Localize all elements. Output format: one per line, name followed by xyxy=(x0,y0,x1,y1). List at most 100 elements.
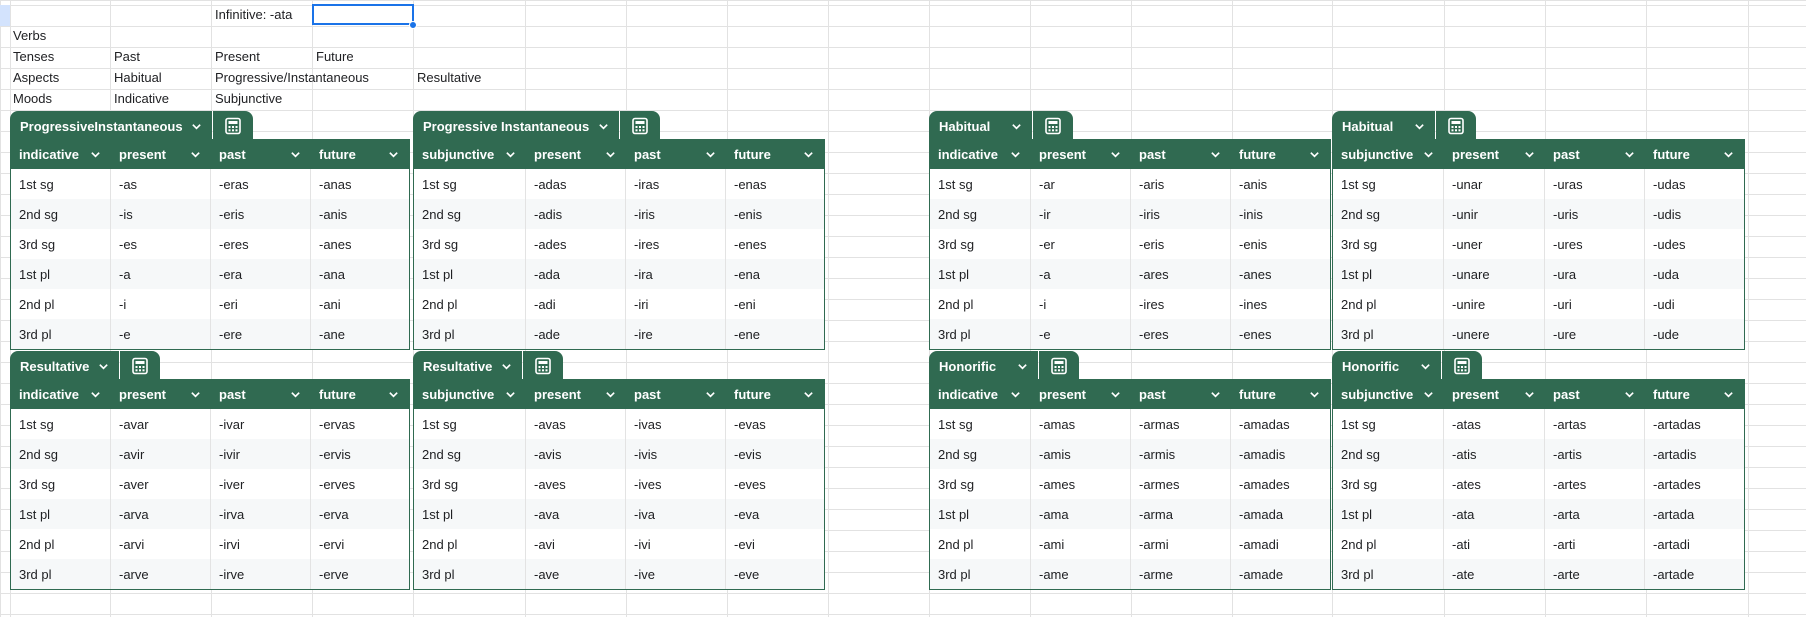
suffix-cell[interactable]: -iris xyxy=(1131,199,1231,229)
person-cell[interactable]: 3rd sg xyxy=(930,229,1031,259)
suffix-cell[interactable]: -avir xyxy=(111,439,211,469)
chevron-down-icon[interactable] xyxy=(1010,149,1021,160)
person-cell[interactable]: 3rd sg xyxy=(930,469,1031,499)
chevron-down-icon[interactable] xyxy=(191,121,202,132)
infinitive-cell[interactable]: Infinitive: -ata xyxy=(215,5,292,25)
person-cell[interactable]: 2nd sg xyxy=(1333,439,1444,469)
chevron-down-icon[interactable] xyxy=(1210,149,1221,160)
suffix-cell[interactable]: -atis xyxy=(1444,439,1545,469)
column-header-past[interactable]: past xyxy=(211,140,311,168)
suffix-cell[interactable]: -artes xyxy=(1545,469,1645,499)
suffix-cell[interactable]: -anas xyxy=(311,169,409,199)
suffix-cell[interactable]: -ira xyxy=(626,259,726,289)
suffix-cell[interactable]: -ena xyxy=(726,259,824,289)
chevron-down-icon[interactable] xyxy=(1011,121,1022,132)
person-cell[interactable]: 2nd pl xyxy=(414,529,526,559)
suffix-cell[interactable]: -armas xyxy=(1131,409,1231,439)
suffix-cell[interactable]: -artas xyxy=(1545,409,1645,439)
suffix-cell[interactable]: -iris xyxy=(626,199,726,229)
suffix-cell[interactable]: -amada xyxy=(1231,499,1330,529)
chevron-down-icon[interactable] xyxy=(388,389,399,400)
suffix-cell[interactable]: -avas xyxy=(526,409,626,439)
suffix-cell[interactable]: -era xyxy=(211,259,311,289)
person-cell[interactable]: 3rd pl xyxy=(414,319,526,349)
column-header-present[interactable]: present xyxy=(1031,380,1131,408)
column-header-future[interactable]: future xyxy=(726,140,824,168)
suffix-cell[interactable]: -i xyxy=(1031,289,1131,319)
table-name-chip[interactable]: Honorific xyxy=(929,351,1038,381)
suffix-cell[interactable]: -eve xyxy=(726,559,824,589)
column-header-past[interactable]: past xyxy=(1545,380,1645,408)
column-header-subjunctive[interactable]: subjunctive xyxy=(1333,380,1444,408)
suffix-cell[interactable]: -erva xyxy=(311,499,409,529)
person-cell[interactable]: 2nd sg xyxy=(930,439,1031,469)
suffix-cell[interactable]: -uris xyxy=(1545,199,1645,229)
person-cell[interactable]: 1st sg xyxy=(11,169,111,199)
table-stats-button[interactable] xyxy=(1442,351,1482,381)
chevron-down-icon[interactable] xyxy=(1723,149,1734,160)
chevron-down-icon[interactable] xyxy=(1110,149,1121,160)
column-header-indicative[interactable]: indicative xyxy=(11,140,111,168)
person-cell[interactable]: 1st sg xyxy=(11,409,111,439)
chevron-down-icon[interactable] xyxy=(505,149,516,160)
suffix-cell[interactable]: -iras xyxy=(626,169,726,199)
suffix-cell[interactable]: -enes xyxy=(1231,319,1330,349)
suffix-cell[interactable]: -ades xyxy=(526,229,626,259)
column-header-past[interactable]: past xyxy=(1545,140,1645,168)
person-cell[interactable]: 2nd pl xyxy=(414,289,526,319)
chevron-down-icon[interactable] xyxy=(90,389,101,400)
chevron-down-icon[interactable] xyxy=(1210,389,1221,400)
table-stats-button[interactable] xyxy=(523,351,563,381)
table-stats-button[interactable] xyxy=(120,351,160,381)
chevron-down-icon[interactable] xyxy=(705,389,716,400)
person-cell[interactable]: 1st sg xyxy=(930,409,1031,439)
chevron-down-icon[interactable] xyxy=(1309,389,1320,400)
suffix-cell[interactable]: -armi xyxy=(1131,529,1231,559)
suffix-cell[interactable]: -ati xyxy=(1444,529,1545,559)
suffix-cell[interactable]: -ada xyxy=(526,259,626,289)
chevron-down-icon[interactable] xyxy=(803,149,814,160)
suffix-cell[interactable]: -artades xyxy=(1645,469,1744,499)
suffix-cell[interactable]: -enes xyxy=(726,229,824,259)
person-cell[interactable]: 3rd pl xyxy=(1333,319,1444,349)
suffix-cell[interactable]: -eres xyxy=(1131,319,1231,349)
table-name-chip[interactable]: Habitual xyxy=(929,111,1032,141)
suffix-cell[interactable]: -ami xyxy=(1031,529,1131,559)
suffix-cell[interactable]: -ar xyxy=(1031,169,1131,199)
person-cell[interactable]: 2nd sg xyxy=(930,199,1031,229)
suffix-cell[interactable]: -uri xyxy=(1545,289,1645,319)
person-cell[interactable]: 3rd sg xyxy=(414,469,526,499)
person-cell[interactable]: 2nd pl xyxy=(11,289,111,319)
person-cell[interactable]: 1st pl xyxy=(1333,259,1444,289)
suffix-cell[interactable]: -unar xyxy=(1444,169,1545,199)
table-stats-button[interactable] xyxy=(1033,111,1073,141)
person-cell[interactable]: 2nd sg xyxy=(11,439,111,469)
table-name-chip[interactable]: Resultative xyxy=(10,351,119,381)
suffix-cell[interactable]: -er xyxy=(1031,229,1131,259)
chevron-down-icon[interactable] xyxy=(290,389,301,400)
column-header-present[interactable]: present xyxy=(1031,140,1131,168)
suffix-cell[interactable]: -arte xyxy=(1545,559,1645,589)
suffix-cell[interactable]: -ata xyxy=(1444,499,1545,529)
suffix-cell[interactable]: -ave xyxy=(526,559,626,589)
suffix-cell[interactable]: -avis xyxy=(526,439,626,469)
suffix-cell[interactable]: -ana xyxy=(311,259,409,289)
column-header-subjunctive[interactable]: subjunctive xyxy=(414,140,526,168)
suffix-cell[interactable]: -ura xyxy=(1545,259,1645,289)
person-cell[interactable]: 2nd pl xyxy=(1333,289,1444,319)
column-header-present[interactable]: present xyxy=(111,140,211,168)
tenses-label[interactable]: Tenses xyxy=(13,47,54,67)
person-cell[interactable]: 1st sg xyxy=(414,409,526,439)
suffix-cell[interactable]: -amades xyxy=(1231,469,1330,499)
person-cell[interactable]: 3rd sg xyxy=(1333,469,1444,499)
suffix-cell[interactable]: -uda xyxy=(1645,259,1744,289)
suffix-cell[interactable]: -ares xyxy=(1131,259,1231,289)
column-header-past[interactable]: past xyxy=(211,380,311,408)
suffix-cell[interactable]: -inis xyxy=(1231,199,1330,229)
suffix-cell[interactable]: -unere xyxy=(1444,319,1545,349)
suffix-cell[interactable]: -amadis xyxy=(1231,439,1330,469)
person-cell[interactable]: 2nd sg xyxy=(414,439,526,469)
chevron-down-icon[interactable] xyxy=(505,389,516,400)
person-cell[interactable]: 1st sg xyxy=(930,169,1031,199)
mood-indicative[interactable]: Indicative xyxy=(114,89,169,109)
